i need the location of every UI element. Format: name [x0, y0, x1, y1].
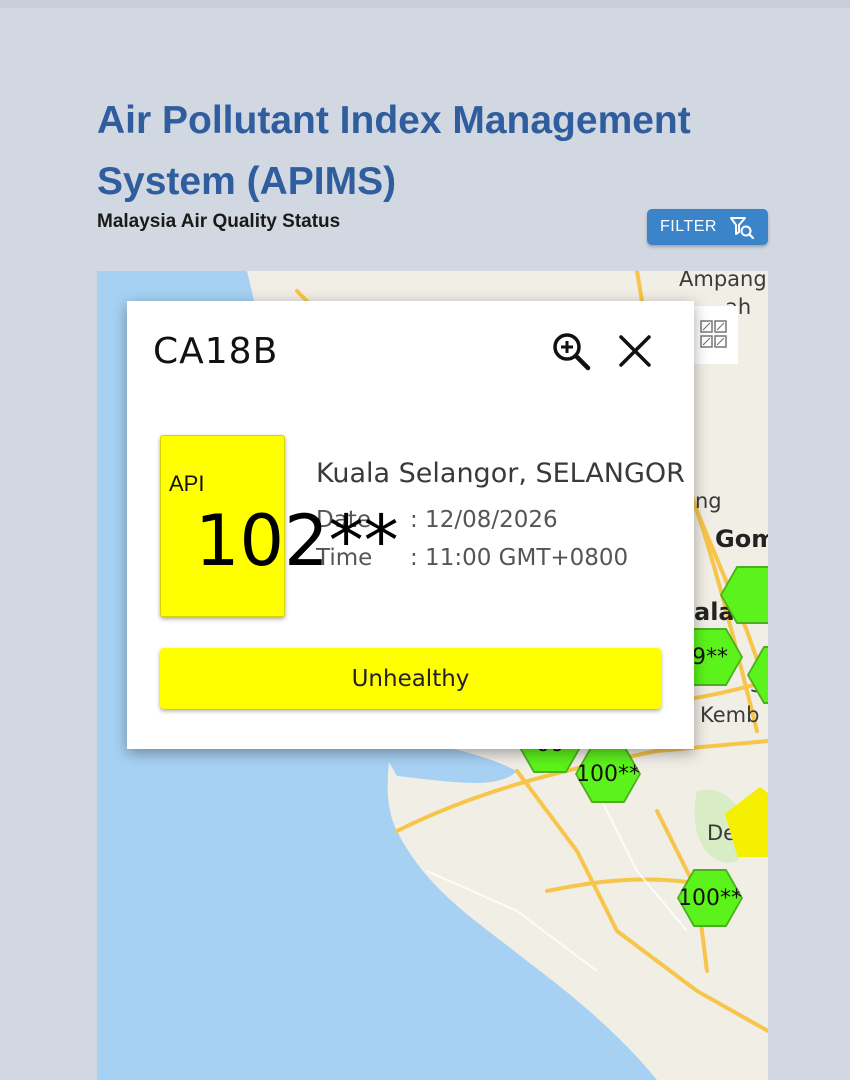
api-value: 102** — [195, 500, 399, 582]
station-marker-value: 100** — [576, 761, 640, 787]
status-label: Unhealthy — [351, 665, 470, 692]
api-label: API — [169, 471, 205, 496]
close-icon[interactable] — [617, 333, 653, 369]
map-label-gom: Gom — [715, 525, 768, 553]
station-marker-value: 9** — [692, 644, 728, 670]
page-subtitle: Malaysia Air Quality Status — [97, 211, 341, 232]
page-title: Air Pollutant Index Management System (A… — [97, 99, 691, 203]
top-strip — [0, 0, 850, 8]
date-value: : 12/08/2026 — [410, 507, 558, 533]
status-bar: Unhealthy — [160, 648, 661, 709]
filter-button[interactable]: FILTER — [647, 209, 768, 245]
map-label-ampang: Ampang — [679, 271, 767, 291]
map-label-kemb: Kemb — [700, 703, 760, 727]
station-popup: CA18B API Kuala Selangor, SELANGOR Date … — [127, 301, 694, 749]
zoom-in-icon[interactable] — [551, 331, 591, 371]
map-label-ng: ng — [695, 489, 722, 513]
map-layers-button[interactable] — [690, 306, 738, 364]
station-id: CA18B — [153, 331, 279, 372]
layers-icon — [700, 320, 727, 348]
station-marker-value: 100** — [678, 885, 742, 911]
station-location: Kuala Selangor, SELANGOR — [316, 458, 685, 489]
filter-search-icon — [729, 217, 755, 240]
filter-button-label: FILTER — [660, 218, 717, 235]
time-value: : 11:00 GMT+0800 — [410, 545, 629, 571]
